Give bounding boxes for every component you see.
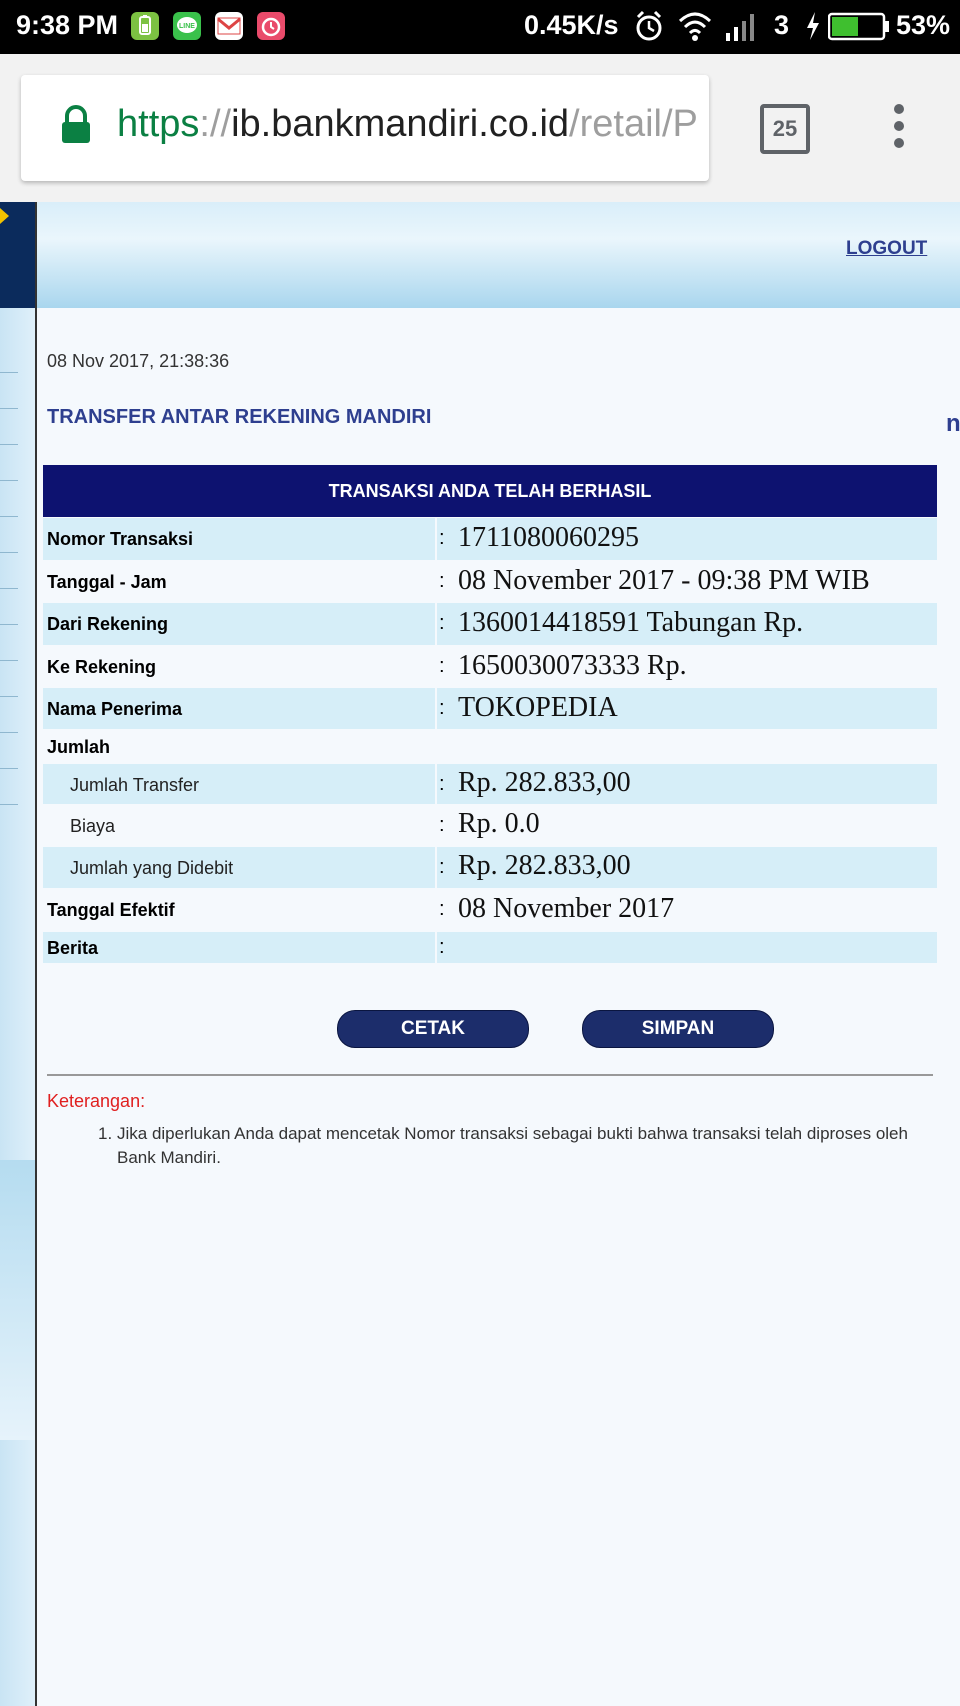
status-time: 9:38 PM xyxy=(16,10,119,40)
url-path: /retail/P xyxy=(569,103,698,145)
table-row-tanggal-efektif: Tanggal Efektif : 08 November 2017 xyxy=(43,889,937,931)
signal-icon xyxy=(724,9,760,48)
battery-percent: 53% xyxy=(896,10,951,40)
row-value: 1360014418591 Tabungan Rp. xyxy=(458,607,804,638)
divider xyxy=(47,1074,933,1076)
row-colon: : xyxy=(439,655,445,677)
row-colon: : xyxy=(439,697,445,719)
browser-toolbar: https://ib.bankmandiri.co.id/retail/P 25 xyxy=(0,54,960,202)
row-value: 1711080060295 xyxy=(458,522,639,553)
url-host: ib.bankmandiri.co.id xyxy=(231,103,570,145)
row-value: Rp. 0.0 xyxy=(458,808,540,839)
network-type: 3 xyxy=(774,10,790,40)
table-row-jumlah-didebit: Jumlah yang Didebit : Rp. 282.833,00 xyxy=(43,847,937,888)
wifi-icon xyxy=(678,9,712,48)
row-label: Berita xyxy=(47,938,99,958)
notes-title: Keterangan: xyxy=(47,1091,146,1111)
save-button[interactable]: SIMPAN xyxy=(582,1010,774,1048)
url-text[interactable]: https://ib.bankmandiri.co.id/retail/P xyxy=(117,103,707,146)
lock-icon xyxy=(59,105,93,150)
svg-text:LINE: LINE xyxy=(179,23,195,30)
url-separator: :// xyxy=(199,103,232,145)
logout-link[interactable]: LOGOUT xyxy=(846,238,927,260)
row-colon: : xyxy=(439,936,445,958)
left-rail-menu-lines xyxy=(0,372,18,840)
page-header-band xyxy=(37,202,960,308)
table-row-biaya: Biaya : Rp. 0.0 xyxy=(43,805,937,846)
row-colon: : xyxy=(439,773,445,795)
row-colon: : xyxy=(439,527,445,549)
alarm-icon xyxy=(634,9,664,48)
network-speed: 0.45K/s xyxy=(524,10,619,40)
table-row-jumlah: Jumlah xyxy=(43,730,937,763)
table-row-nomor-transaksi: Nomor Transaksi : 1711080060295 xyxy=(43,518,937,560)
row-colon: : xyxy=(439,898,445,920)
arrow-marker-icon xyxy=(0,208,9,224)
url-scheme: https xyxy=(117,103,200,145)
battery-icon xyxy=(827,12,890,47)
row-label: Dari Rekening xyxy=(47,614,169,634)
row-label: Nama Penerima xyxy=(47,699,183,719)
alarm-app-icon xyxy=(257,12,285,40)
row-label: Biaya xyxy=(70,816,116,836)
row-label: Jumlah xyxy=(47,737,111,757)
row-label: Ke Rekening xyxy=(47,657,157,677)
row-value: Rp. 282.833,00 xyxy=(458,850,631,881)
table-row-jumlah-transfer: Jumlah Transfer : Rp. 282.833,00 xyxy=(43,764,937,804)
tab-switcher-button[interactable]: 25 xyxy=(760,104,810,154)
overflow-menu-icon[interactable] xyxy=(892,104,906,153)
notes-item-text: Jika diperlukan Anda dapat mencetak Nomo… xyxy=(117,1124,908,1167)
row-value: 08 November 2017 - 09:38 PM WIB xyxy=(458,565,870,596)
table-row-dari-rekening: Dari Rekening : 1360014418591 Tabungan R… xyxy=(43,603,937,645)
row-value: 08 November 2017 xyxy=(458,893,675,924)
row-value: TOKOPEDIA xyxy=(458,692,618,723)
row-value: 1650030073333 Rp. xyxy=(458,650,687,681)
line-icon: LINE xyxy=(173,12,201,40)
charging-icon xyxy=(804,9,822,48)
row-value: Rp. 282.833,00 xyxy=(458,767,631,798)
row-colon: : xyxy=(439,570,445,592)
row-label: Tanggal Efektif xyxy=(47,900,175,920)
page-title: TRANSFER ANTAR REKENING MANDIRI xyxy=(47,406,432,428)
row-label: Jumlah Transfer xyxy=(70,775,200,795)
table-row-berita: Berita : xyxy=(43,932,937,963)
row-label: Nomor Transaksi xyxy=(47,529,194,549)
row-label: Jumlah yang Didebit xyxy=(70,858,234,878)
left-rail-lower-panel xyxy=(0,1160,35,1440)
print-button[interactable]: CETAK xyxy=(337,1010,529,1048)
table-row-ke-rekening: Ke Rekening : 1650030073333 Rp. xyxy=(43,646,937,687)
transaction-status-heading: TRANSAKSI ANDA TELAH BERHASIL xyxy=(43,465,937,517)
gmail-icon xyxy=(215,12,243,40)
table-row-nama-penerima: Nama Penerima : TOKOPEDIA xyxy=(43,688,937,729)
row-colon: : xyxy=(439,856,445,878)
row-label: Tanggal - Jam xyxy=(47,572,167,592)
clipped-side-text: n xyxy=(946,410,960,437)
row-colon: : xyxy=(439,612,445,634)
notes-item-number: 1. xyxy=(98,1124,113,1143)
page-datetime: 08 Nov 2017, 21:38:36 xyxy=(47,351,230,371)
status-bar: 9:38 PM LINE 0.45K/s 3 53% xyxy=(0,0,960,54)
address-bar[interactable]: https://ib.bankmandiri.co.id/retail/P xyxy=(21,75,709,181)
table-row-tanggal-jam: Tanggal - Jam : 08 November 2017 - 09:38… xyxy=(43,561,937,602)
row-colon: : xyxy=(439,814,445,836)
battery-app-icon xyxy=(131,12,159,40)
